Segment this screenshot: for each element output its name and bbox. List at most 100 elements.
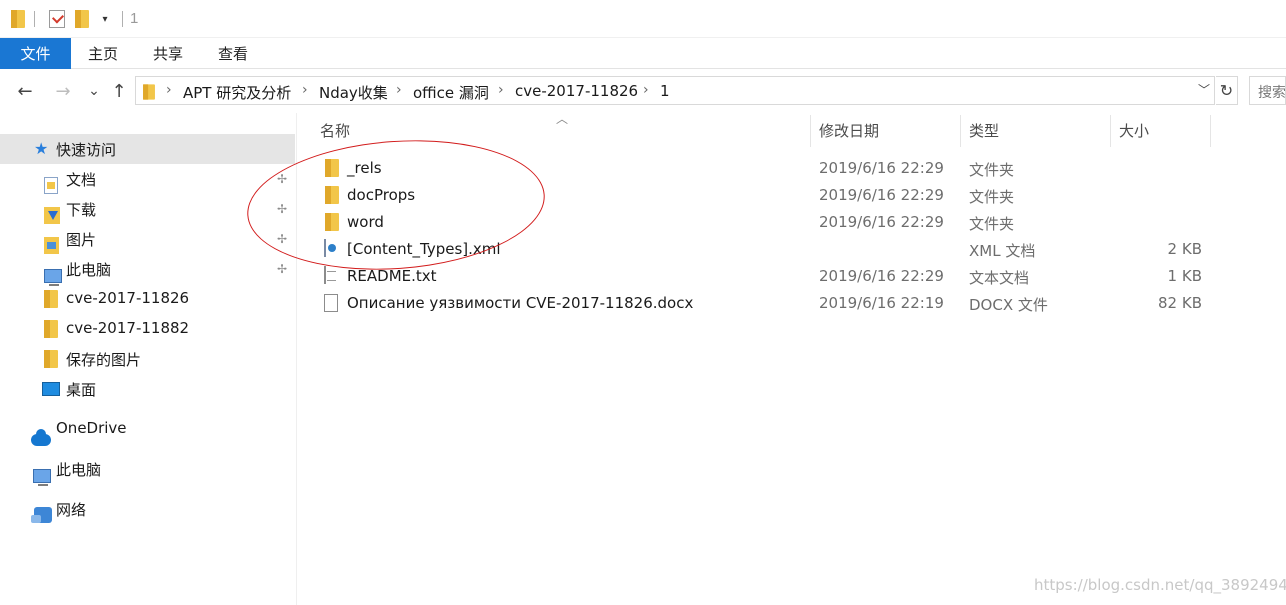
sidebar-item-downloads[interactable]: 下载 ✢ xyxy=(0,194,295,224)
column-divider[interactable] xyxy=(1110,115,1111,147)
watermark: https://blog.csdn.net/qq_38924942 xyxy=(1034,576,1286,594)
window-title: 1 xyxy=(130,10,139,27)
folder-icon xyxy=(44,350,58,368)
sidebar-item-label: 网络 xyxy=(56,501,87,519)
documents-icon xyxy=(44,176,58,194)
sidebar-item-label: 此电脑 xyxy=(56,461,102,479)
pin-icon[interactable]: ✢ xyxy=(277,172,289,186)
column-divider[interactable] xyxy=(1210,115,1211,147)
sidebar-item-pictures[interactable]: 图片 ✢ xyxy=(0,224,295,254)
recent-locations-button[interactable]: ⌄ xyxy=(84,78,104,104)
breadcrumb-separator: › xyxy=(498,82,504,98)
sidebar-item-label: 此电脑 xyxy=(66,261,112,279)
forward-button[interactable]: → xyxy=(48,78,78,104)
file-date: 2019/6/16 22:29 xyxy=(819,267,944,285)
folder-icon xyxy=(142,83,156,105)
search-input[interactable]: 搜索"1" xyxy=(1249,76,1286,105)
chevron-down-icon[interactable]: ﹀ xyxy=(1198,81,1210,98)
sidebar-item-label: cve-2017-11826 xyxy=(66,289,190,307)
file-name: word xyxy=(347,213,384,231)
breadcrumb-current[interactable]: 1 xyxy=(660,82,670,100)
breadcrumb-separator: › xyxy=(302,82,308,98)
column-divider[interactable] xyxy=(810,115,811,147)
text-file-icon xyxy=(324,266,326,284)
search-placeholder: 搜索"1" xyxy=(1258,85,1286,101)
this-pc-icon xyxy=(33,469,51,486)
tab-home[interactable]: 主页 xyxy=(80,38,126,69)
file-type: 文件夹 xyxy=(969,215,1015,233)
sidebar-item-this-pc[interactable]: 此电脑 xyxy=(0,454,295,486)
tab-file[interactable]: 文件 xyxy=(0,38,71,69)
new-folder-icon[interactable] xyxy=(74,10,90,28)
file-date: 2019/6/16 22:29 xyxy=(819,186,944,204)
sidebar-item-label: OneDrive xyxy=(56,419,127,437)
column-divider[interactable] xyxy=(960,115,961,147)
column-header-date[interactable]: 修改日期 xyxy=(819,113,959,147)
file-name: docProps xyxy=(347,186,416,204)
sidebar-item-cve-2017-11882[interactable]: cve-2017-11882 xyxy=(0,314,295,344)
folder-icon xyxy=(44,290,58,308)
onedrive-cloud-icon xyxy=(31,429,51,446)
sidebar-item-desktop[interactable]: 桌面 xyxy=(0,374,295,404)
table-row[interactable]: docProps 2019/6/16 22:29 文件夹 xyxy=(298,182,1286,209)
tab-share[interactable]: 共享 xyxy=(145,38,191,69)
navigation-pane: ★ 快速访问 文档 ✢ 下载 ✢ 图片 ✢ 此电脑 ✢ cve-2017-118… xyxy=(0,113,297,605)
sidebar-item-label: 图片 xyxy=(66,231,97,249)
breadcrumb-nday[interactable]: Nday收集 xyxy=(319,82,388,103)
back-button[interactable]: ← xyxy=(10,78,40,104)
file-type: DOCX 文件 xyxy=(969,296,1048,314)
tab-view[interactable]: 查看 xyxy=(210,38,256,69)
file-list: 名称 ︿ 修改日期 类型 大小 _rels 2019/6/16 22:29 文件… xyxy=(298,112,1286,605)
address-bar[interactable]: › APT 研究及分析 › Nday收集 › office 漏洞 › cve-2… xyxy=(135,76,1215,105)
customize-dropdown-icon[interactable]: ▾ xyxy=(98,10,112,28)
up-button[interactable]: ↑ xyxy=(106,78,132,104)
refresh-button[interactable]: ↻ xyxy=(1216,76,1238,105)
network-icon xyxy=(31,507,52,523)
folder-icon xyxy=(325,186,339,204)
file-type: 文件夹 xyxy=(969,188,1015,206)
file-name: README.txt xyxy=(347,267,437,285)
sidebar-item-quick-access[interactable]: ★ 快速访问 xyxy=(0,134,295,164)
sidebar-item-onedrive[interactable]: OneDrive xyxy=(0,414,295,446)
sidebar-item-this-pc-pinned[interactable]: 此电脑 ✢ xyxy=(0,254,295,286)
blank-file-icon xyxy=(324,294,338,312)
title-bar: ▾ 1 xyxy=(0,0,1286,38)
sidebar-item-label: 下载 xyxy=(66,201,97,219)
breadcrumb-separator: › xyxy=(396,82,402,98)
pin-icon[interactable]: ✢ xyxy=(277,202,289,216)
desktop-icon xyxy=(42,382,60,396)
breadcrumb-apt[interactable]: APT 研究及分析 xyxy=(183,82,291,103)
sidebar-item-label: 快速访问 xyxy=(56,141,117,159)
breadcrumb-separator: › xyxy=(166,82,172,98)
table-row[interactable]: [Content_Types].xml XML 文档 2 KB xyxy=(298,236,1286,263)
file-size: 2 KB xyxy=(1167,240,1202,258)
file-type: XML 文档 xyxy=(969,242,1036,260)
this-pc-icon xyxy=(44,269,62,286)
file-date: 2019/6/16 22:19 xyxy=(819,294,944,312)
breadcrumb-office[interactable]: office 漏洞 xyxy=(413,82,489,103)
toolbar-divider xyxy=(122,11,123,27)
table-row[interactable]: Описание уязвимости CVE-2017-11826.docx … xyxy=(298,290,1286,317)
pin-icon[interactable]: ✢ xyxy=(277,232,289,246)
file-date: 2019/6/16 22:29 xyxy=(819,213,944,231)
sidebar-item-label: 保存的图片 xyxy=(66,351,142,369)
column-header-type[interactable]: 类型 xyxy=(969,113,1109,147)
file-date: 2019/6/16 22:29 xyxy=(819,159,944,177)
table-row[interactable]: word 2019/6/16 22:29 文件夹 xyxy=(298,209,1286,236)
navigation-bar: ← → ⌄ ↑ › APT 研究及分析 › Nday收集 › office 漏洞… xyxy=(0,69,1286,113)
folder-icon xyxy=(325,213,339,231)
file-name: Описание уязвимости CVE-2017-11826.docx xyxy=(347,294,694,312)
column-header-size[interactable]: 大小 xyxy=(1119,113,1209,147)
properties-check-icon[interactable] xyxy=(48,10,66,28)
sidebar-item-documents[interactable]: 文档 ✢ xyxy=(0,164,295,194)
pin-icon[interactable]: ✢ xyxy=(277,262,289,276)
breadcrumb-cve[interactable]: cve-2017-11826 xyxy=(515,82,638,100)
sidebar-item-cve-2017-11826[interactable]: cve-2017-11826 xyxy=(0,284,295,314)
sidebar-item-saved-pictures[interactable]: 保存的图片 xyxy=(0,344,295,374)
sidebar-item-network[interactable]: 网络 xyxy=(0,494,295,524)
folder-icon xyxy=(10,10,26,28)
file-size: 82 KB xyxy=(1158,294,1202,312)
table-row[interactable]: _rels 2019/6/16 22:29 文件夹 xyxy=(298,155,1286,182)
refresh-icon: ↻ xyxy=(1219,81,1234,100)
table-row[interactable]: README.txt 2019/6/16 22:29 文本文档 1 KB xyxy=(298,263,1286,290)
